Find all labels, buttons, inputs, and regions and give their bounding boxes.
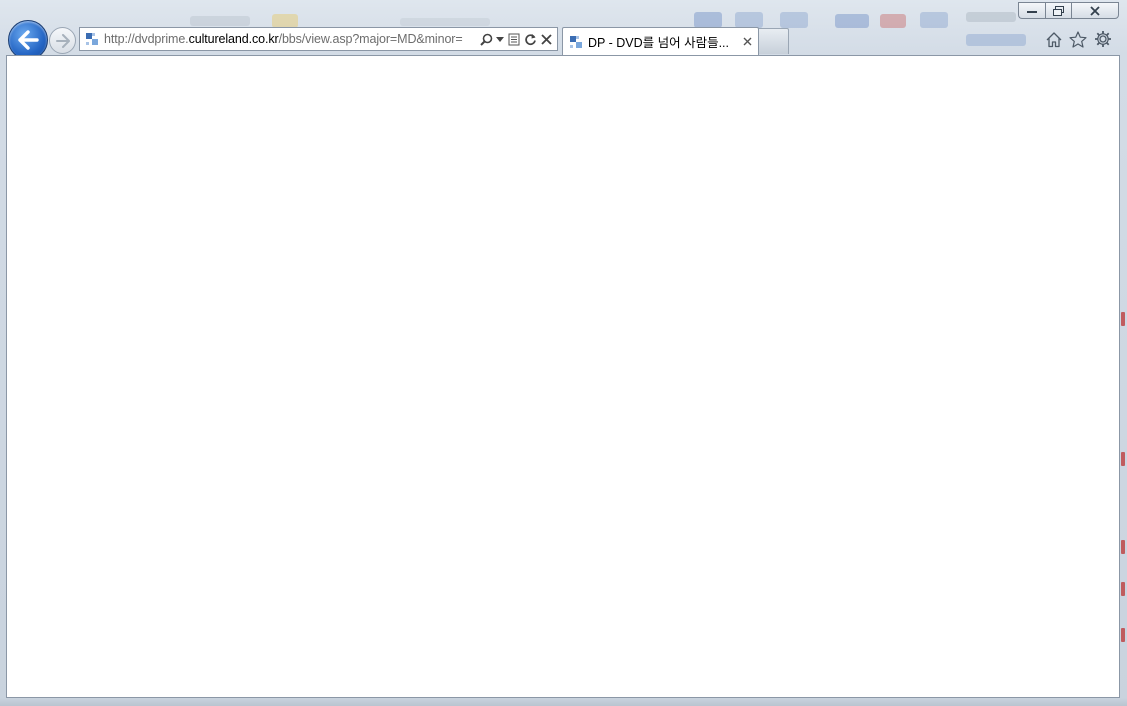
background-mark: [1121, 312, 1125, 326]
address-bar[interactable]: http://dvdprime.cultureland.co.kr/bbs/vi…: [79, 27, 558, 51]
minimize-button[interactable]: [1018, 2, 1045, 19]
back-button[interactable]: [8, 20, 48, 60]
compatibility-view-icon: [508, 33, 520, 45]
close-icon: [1090, 5, 1100, 16]
background-mark: [1121, 540, 1125, 554]
favorites-button[interactable]: [1067, 28, 1089, 50]
url-host: cultureland.co.kr: [188, 32, 279, 46]
tab-active[interactable]: DP - DVD를 넘어 사람들...: [562, 27, 759, 55]
home-icon: [1046, 31, 1062, 47]
tab-close-button[interactable]: [739, 34, 755, 50]
address-dropdown-button[interactable]: [494, 30, 506, 48]
chevron-down-icon: [496, 36, 504, 42]
gear-icon: [1095, 31, 1111, 47]
star-icon: [1069, 30, 1087, 48]
refresh-button[interactable]: [522, 30, 538, 48]
url-prefix: http://dvdprime.: [104, 32, 189, 46]
page-content-area[interactable]: [6, 55, 1120, 698]
tab-title: DP - DVD를 넘어 사람들...: [588, 36, 730, 50]
minimize-icon: [1027, 10, 1037, 13]
arrow-left-icon: [18, 30, 39, 50]
forward-button[interactable]: [49, 27, 76, 54]
page-favicon-icon: [86, 33, 98, 45]
refresh-icon: [524, 33, 536, 45]
search-button[interactable]: [478, 30, 494, 48]
compatibility-view-button[interactable]: [506, 30, 522, 48]
background-mark: [1121, 582, 1125, 596]
close-icon: [540, 33, 552, 45]
close-icon: [743, 37, 751, 46]
new-tab-button[interactable]: [759, 28, 789, 54]
url-text[interactable]: http://dvdprime.cultureland.co.kr/bbs/vi…: [104, 32, 478, 46]
window-bottom-edge: [0, 698, 1127, 706]
stop-button[interactable]: [538, 30, 554, 48]
magnifier-icon: [479, 33, 492, 46]
tools-button[interactable]: [1092, 28, 1114, 50]
restore-icon: [1053, 5, 1064, 16]
close-window-button[interactable]: [1071, 2, 1119, 19]
background-mark: [1121, 628, 1125, 642]
arrow-right-icon: [55, 33, 70, 48]
home-button[interactable]: [1043, 28, 1065, 50]
page-favicon-icon: [570, 35, 582, 48]
background-mark: [1121, 452, 1125, 466]
url-path: /bbs/view.asp?major=MD&minor=: [278, 32, 463, 46]
browser-window: http://dvdprime.cultureland.co.kr/bbs/vi…: [0, 0, 1127, 706]
restore-button[interactable]: [1045, 2, 1071, 19]
window-caption-buttons: [1018, 2, 1119, 21]
